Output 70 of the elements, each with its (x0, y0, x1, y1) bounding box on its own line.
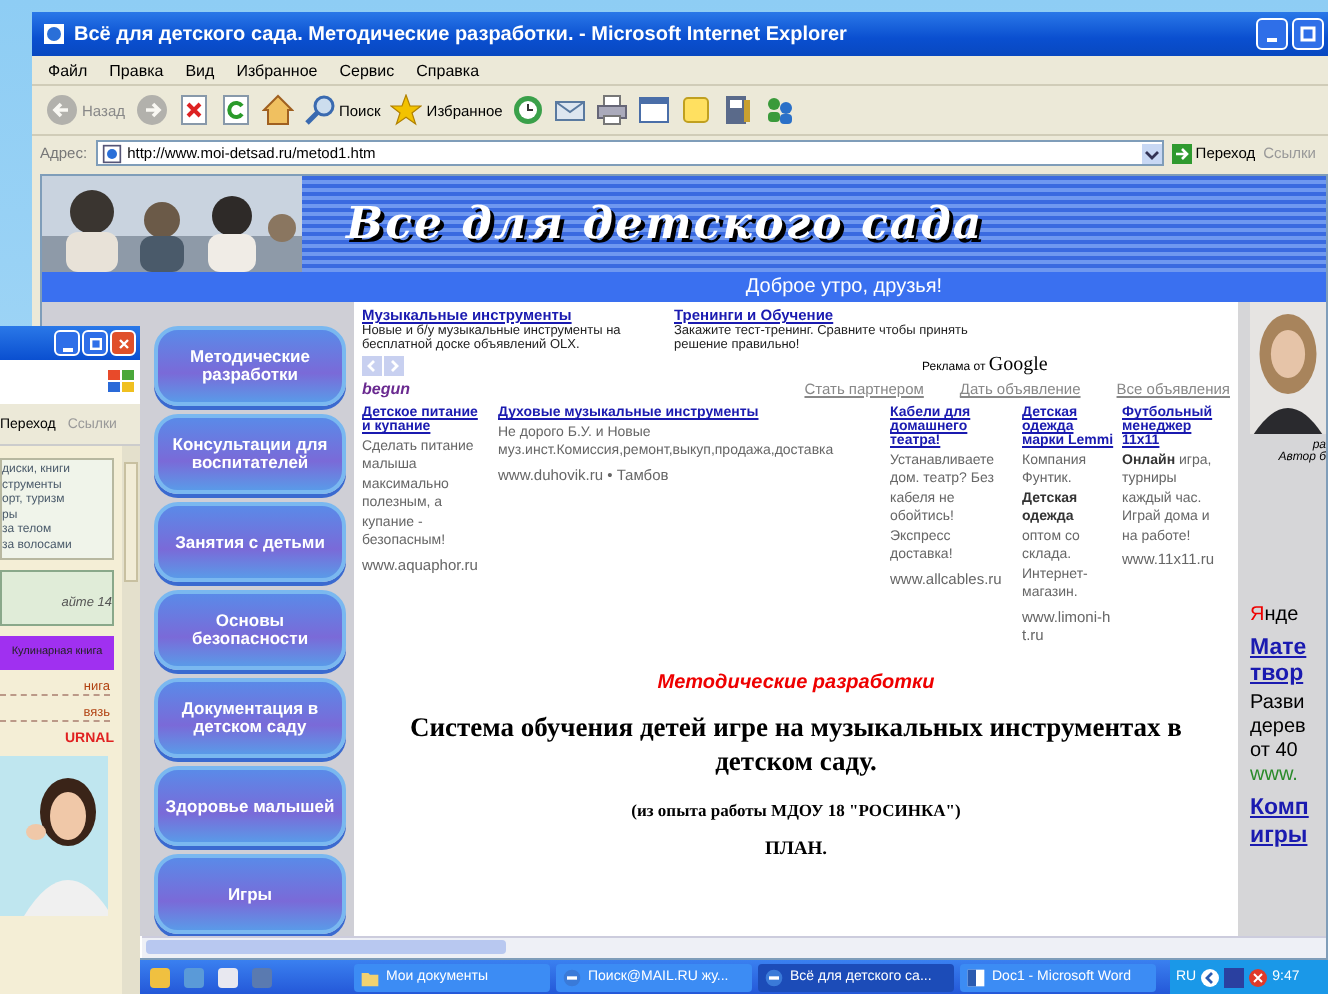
back-icon (46, 94, 78, 126)
note-icon (680, 94, 713, 126)
menu-item[interactable]: Вид (185, 61, 215, 79)
nav-button[interactable]: Консультации для воспитателей (154, 414, 346, 494)
window-icon (638, 94, 671, 126)
ad-title-link[interactable]: Мате твор (1250, 636, 1326, 689)
document-icon (966, 967, 986, 987)
toolbar-button[interactable] (636, 92, 673, 128)
maximize-icon (87, 335, 103, 351)
maximize-icon (1298, 24, 1318, 44)
toolbar-button[interactable] (175, 92, 211, 128)
windows-logo-icon (108, 370, 136, 394)
ad-url: www. (1250, 764, 1300, 787)
tray-icon[interactable] (1224, 967, 1245, 987)
quick-launch-icon[interactable] (148, 965, 172, 989)
horizontal-scrollbar[interactable] (142, 936, 1326, 958)
refresh-icon (219, 94, 251, 126)
close-icon (115, 335, 131, 351)
menu-item[interactable]: Сервис (339, 61, 395, 79)
maximize-button[interactable] (82, 330, 108, 356)
begun-logo: begun (362, 380, 412, 398)
nav-button[interactable]: Методические разработки (154, 326, 346, 406)
scroll-thumb[interactable] (124, 462, 138, 582)
menu-item[interactable]: Правка (109, 61, 164, 79)
people-icon (764, 94, 797, 126)
menu-item[interactable]: Справка (416, 61, 480, 79)
nav-button[interactable]: Основы безопасности (154, 590, 346, 670)
site-title: Все для детского сада (346, 198, 984, 250)
search-icon (303, 94, 335, 126)
folder-icon (360, 967, 380, 987)
maximize-button[interactable] (1292, 18, 1324, 50)
minimize-icon (61, 347, 73, 351)
plan-heading: ПЛАН. (762, 839, 830, 860)
nav-button[interactable]: Здоровье малышей (154, 766, 346, 846)
menu-item[interactable]: Избранное (236, 61, 318, 79)
close-button[interactable] (110, 330, 136, 356)
scroll-thumb[interactable] (146, 940, 506, 954)
window-title: Всё для детского сада. Методические разработки. - Microsoft Internet Explorer (74, 23, 849, 45)
history-icon (512, 94, 545, 126)
article-subtitle: (из опыта работы МДОУ 18 "РОСИНКА") (629, 799, 963, 820)
home-icon (261, 94, 293, 126)
forward-icon (135, 94, 167, 126)
star-icon (390, 94, 423, 126)
menu-item[interactable]: Файл (48, 61, 88, 79)
section-title: Методические разработки (655, 671, 937, 693)
toolbar-button[interactable] (510, 92, 547, 128)
expand-tray-icon[interactable] (1200, 967, 1221, 987)
nav-button[interactable]: Занятия с детьми (154, 502, 346, 582)
vertical-scrollbar[interactable] (122, 446, 140, 994)
antivirus-icon[interactable] (1248, 967, 1269, 987)
ad-text: Разви дерев от 40 (1250, 692, 1308, 765)
nav-button[interactable]: Документация в детском саду (154, 678, 346, 758)
minimize-button[interactable] (1256, 18, 1288, 50)
printer-icon (596, 94, 629, 126)
ad-title-link[interactable]: Комп игры (1250, 796, 1326, 850)
toolbar-button[interactable] (217, 92, 253, 128)
minimize-icon (1266, 38, 1278, 42)
stop-icon (177, 94, 209, 126)
page-icon (101, 143, 122, 163)
yandex-logo: Янде (1250, 604, 1301, 626)
article-heading: Система обучения детей игре на музыкальных инструментах в детском саду. (408, 709, 1184, 780)
toolbar-button[interactable] (259, 92, 295, 128)
book-icon (722, 94, 755, 126)
quick-launch-icon[interactable] (216, 965, 240, 989)
dropdown-icon[interactable] (1141, 143, 1162, 163)
arrow-icon (1171, 143, 1192, 163)
toolbar-button[interactable] (594, 92, 631, 128)
greeting-text: Доброе утро, друзья! (745, 276, 943, 298)
minimize-button[interactable] (54, 330, 80, 356)
nav-button[interactable]: Игры (154, 854, 346, 934)
